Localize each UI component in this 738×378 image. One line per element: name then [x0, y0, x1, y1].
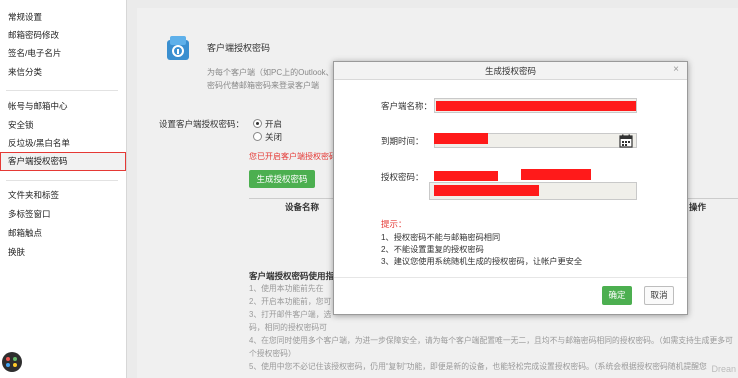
tips-title: 提示： [381, 219, 407, 229]
dialog-title: 生成授权密码 [484, 66, 536, 76]
usage-line: 1、使用本功能前先在 [249, 284, 324, 293]
column-actions: 操作 [689, 202, 707, 212]
redacted-expiry-date [434, 133, 488, 144]
sidebar-item-general[interactable]: 常规设置 [8, 10, 42, 24]
sidebar-item-multitab[interactable]: 多标签窗口 [8, 207, 51, 221]
usage-line: 2、开启本功能前，您可 [249, 297, 332, 306]
usage-line: 3、打开邮件客户端，选 [249, 310, 332, 319]
dialog-header: 生成授权密码 × [334, 62, 687, 80]
tip-item: 2、不能设置重复的授权密码 [381, 245, 484, 254]
sidebar-item-folders[interactable]: 文件夹和标签 [8, 188, 59, 202]
close-icon[interactable]: × [673, 64, 679, 75]
column-device-name: 设备名称 [285, 202, 320, 212]
redacted-auth-code [434, 185, 539, 196]
sidebar-item-client-auth[interactable]: 客户端授权密码 [8, 154, 68, 168]
expiry-label: 到期时间： [381, 136, 424, 146]
redacted-auth-code [521, 169, 591, 180]
generate-auth-code-button[interactable]: 生成授权密码 [249, 170, 315, 188]
radio-unchecked-icon[interactable] [253, 132, 262, 141]
client-name-label: 客户端名称： [381, 101, 433, 111]
tip-item: 1、授权密码不能与邮箱密码相同 [381, 233, 501, 242]
status-note: 您已开启客户端授权密码 [249, 152, 337, 161]
sidebar-item-signature[interactable]: 签名/电子名片 [8, 46, 61, 60]
radio-disable[interactable]: 关闭 [253, 131, 282, 143]
redacted-auth-code [434, 171, 498, 181]
sidebar-divider [6, 90, 118, 91]
radio-checked-icon[interactable] [253, 119, 262, 128]
redacted-client-name [436, 101, 636, 111]
tip-item: 3、建议您使用系统随机生成的授权密码，让帐户更安全 [381, 257, 583, 266]
dialog-footer-divider [334, 277, 687, 278]
usage-line: 5、使用中您不必记住该授权密码，仍用“复制”功能，即便是新的设备，也能轻松完成设… [249, 362, 707, 371]
sidebar-item-touchpoint[interactable]: 邮箱触点 [8, 226, 42, 240]
usage-line: 4、在您同时使用多个客户端，为进一步保障安全，请为每个客户端配置唯一无二，且均不… [249, 336, 733, 345]
watermark: Drean [711, 364, 736, 374]
generate-auth-code-dialog: 生成授权密码 × 客户端名称： 到期时间： 授权密码： 提示： 1、授权密码不能… [333, 61, 688, 315]
confirm-button[interactable]: 确定 [602, 286, 632, 305]
usage-guide-title: 客户端授权密码使用指南 [249, 271, 343, 281]
shield-key-icon [167, 36, 189, 60]
radio-label: 关闭 [265, 132, 283, 142]
settings-sidebar: 常规设置 邮箱密码修改 签名/电子名片 来信分类 帐号与邮箱中心 安全锁 反垃圾… [0, 0, 127, 378]
radio-label: 开启 [265, 119, 283, 129]
auth-code-label: 授权密码： [381, 172, 424, 182]
sidebar-item-password[interactable]: 邮箱密码修改 [8, 28, 59, 42]
usage-line: 码，相同的授权密码可 [249, 323, 327, 332]
sidebar-item-account-center[interactable]: 帐号与邮箱中心 [8, 99, 68, 113]
cancel-button[interactable]: 取消 [644, 286, 674, 305]
usage-line: 个授权密码） [249, 349, 296, 358]
calendar-icon[interactable] [619, 134, 633, 148]
radio-enable[interactable]: 开启 [253, 118, 282, 130]
sidebar-item-mail-filter[interactable]: 来信分类 [8, 65, 42, 79]
sidebar-item-skin[interactable]: 换肤 [8, 245, 25, 259]
sidebar-item-spam-list[interactable]: 反垃圾/黑白名单 [8, 136, 70, 150]
setting-label: 设置客户端授权密码： [159, 119, 245, 129]
sidebar-item-security-lock[interactable]: 安全锁 [8, 118, 34, 132]
sidebar-divider [6, 180, 118, 181]
app-logo-icon[interactable] [2, 352, 22, 372]
page-title: 客户端授权密码 [207, 43, 271, 53]
